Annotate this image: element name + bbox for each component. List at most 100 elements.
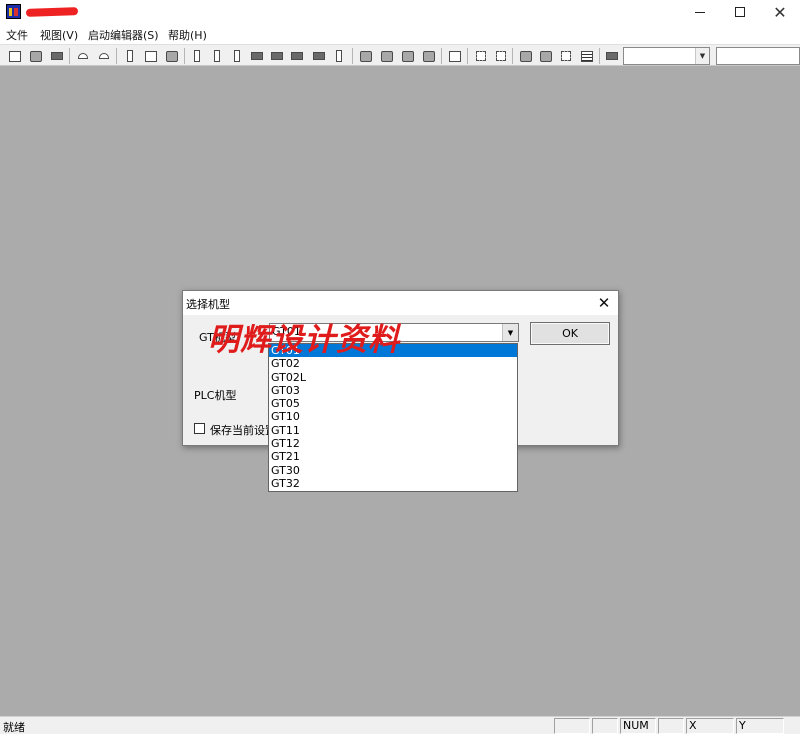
group-button[interactable] bbox=[446, 47, 464, 65]
property-icon bbox=[496, 51, 506, 61]
palette-button[interactable] bbox=[603, 47, 621, 65]
send-backward-button[interactable] bbox=[420, 47, 438, 65]
save-settings-checkbox[interactable] bbox=[194, 423, 205, 434]
paste-button[interactable] bbox=[163, 47, 181, 65]
align-right-icon bbox=[234, 50, 240, 62]
menu-start-editor[interactable]: 启动编辑器(S) bbox=[88, 27, 159, 43]
toolbar-separator bbox=[69, 48, 70, 64]
align-left-button[interactable] bbox=[188, 47, 206, 65]
copy-icon bbox=[145, 50, 157, 62]
snap-button[interactable] bbox=[557, 47, 575, 65]
open-button[interactable] bbox=[27, 47, 45, 65]
undo-icon bbox=[78, 53, 88, 59]
dropdown-option[interactable]: GT11 bbox=[269, 424, 517, 437]
bring-front-icon bbox=[360, 50, 372, 62]
dropdown-option[interactable]: GT21 bbox=[269, 450, 517, 463]
grid-icon bbox=[581, 50, 593, 62]
toolbar-separator bbox=[467, 48, 468, 64]
dropdown-option[interactable]: GT12 bbox=[269, 437, 517, 450]
bring-front-button[interactable] bbox=[357, 47, 375, 65]
menu-help[interactable]: 帮助(H) bbox=[168, 27, 207, 43]
copy-button[interactable] bbox=[142, 47, 160, 65]
dropdown-option[interactable]: GT32 bbox=[269, 477, 517, 490]
toolbar-combo-1[interactable]: ▼ bbox=[623, 47, 710, 65]
redo-icon bbox=[99, 53, 109, 59]
toolbar-separator bbox=[441, 48, 442, 64]
menu-view[interactable]: 视图(V) bbox=[40, 27, 78, 43]
align-bottom-button[interactable] bbox=[288, 47, 306, 65]
window-close-button[interactable]: ✕ bbox=[757, 0, 800, 24]
distribute-vertical-icon bbox=[336, 50, 342, 62]
layer-button[interactable] bbox=[517, 47, 535, 65]
ok-button[interactable]: OK bbox=[530, 322, 610, 345]
dialog-title: 选择机型 bbox=[186, 298, 230, 311]
plc-model-label: PLC机型 bbox=[194, 389, 237, 402]
status-pane-1 bbox=[554, 718, 590, 734]
align-center-button[interactable] bbox=[208, 47, 226, 65]
gt-model-dropdown-list: GT01 GT02 GT02L GT03 GT05 GT10 GT11 GT12… bbox=[268, 343, 518, 492]
chevron-down-icon[interactable]: ▼ bbox=[695, 48, 709, 64]
palette-icon bbox=[606, 52, 618, 60]
align-top-button[interactable] bbox=[248, 47, 266, 65]
bring-forward-button[interactable] bbox=[399, 47, 417, 65]
undo-button[interactable] bbox=[74, 47, 92, 65]
toolbar-separator bbox=[512, 48, 513, 64]
align-middle-icon bbox=[271, 52, 283, 60]
status-y: Y bbox=[736, 718, 784, 734]
align-right-button[interactable] bbox=[228, 47, 246, 65]
dropdown-option[interactable]: GT30 bbox=[269, 464, 517, 477]
save-settings-label: 保存当前设置 bbox=[210, 424, 276, 437]
ungroup-button[interactable] bbox=[472, 47, 490, 65]
dropdown-option[interactable]: GT10 bbox=[269, 410, 517, 423]
dropdown-option[interactable]: GT05 bbox=[269, 397, 517, 410]
dialog-title-bar: 选择机型 ✕ bbox=[183, 291, 618, 315]
cut-button[interactable] bbox=[121, 47, 139, 65]
chevron-down-icon[interactable]: ▼ bbox=[502, 324, 518, 341]
status-x: X bbox=[686, 718, 734, 734]
cut-icon bbox=[127, 50, 133, 62]
property-button[interactable] bbox=[492, 47, 510, 65]
dialog-close-button[interactable]: ✕ bbox=[594, 293, 614, 313]
align-center-icon bbox=[214, 50, 220, 62]
dropdown-option[interactable]: GT02 bbox=[269, 357, 517, 370]
layer-icon bbox=[520, 50, 532, 62]
align-bottom-icon bbox=[291, 52, 303, 60]
new-file-button[interactable] bbox=[6, 47, 24, 65]
align-left-icon bbox=[194, 50, 200, 62]
menu-bar: 文件 视图(V) 启动编辑器(S) 帮助(H) bbox=[0, 24, 800, 44]
distribute-vertical-button[interactable] bbox=[330, 47, 348, 65]
align-top-icon bbox=[251, 52, 263, 60]
redo-button[interactable] bbox=[95, 47, 113, 65]
distribute-horizontal-button[interactable] bbox=[310, 47, 328, 65]
grid-button[interactable] bbox=[578, 47, 596, 65]
dropdown-option[interactable]: GT02L bbox=[269, 371, 517, 384]
close-icon: ✕ bbox=[773, 2, 787, 22]
menu-file[interactable]: 文件 bbox=[6, 27, 28, 43]
toolbar-separator bbox=[352, 48, 353, 64]
snap-icon bbox=[561, 51, 571, 61]
app-icon[interactable] bbox=[6, 4, 21, 19]
save-button[interactable] bbox=[48, 47, 66, 65]
paste-icon bbox=[166, 50, 178, 62]
status-ready-text: 就绪 bbox=[3, 721, 25, 734]
save-icon bbox=[51, 52, 63, 60]
watermark-text: 明辉设计资料 bbox=[208, 322, 400, 358]
group-icon bbox=[449, 50, 461, 62]
dropdown-option[interactable]: GT03 bbox=[269, 384, 517, 397]
open-folder-icon bbox=[30, 50, 42, 62]
bring-forward-icon bbox=[402, 50, 414, 62]
distribute-horizontal-icon bbox=[313, 52, 325, 60]
redacted-title bbox=[25, 7, 79, 17]
send-backward-icon bbox=[423, 50, 435, 62]
toolbar-separator bbox=[116, 48, 117, 64]
settings-icon bbox=[540, 50, 552, 62]
maximize-icon bbox=[735, 7, 745, 17]
toolbar-combo-2[interactable] bbox=[716, 47, 800, 65]
toolbar: ▼ bbox=[0, 44, 800, 66]
settings-button[interactable] bbox=[537, 47, 555, 65]
send-back-button[interactable] bbox=[378, 47, 396, 65]
close-icon: ✕ bbox=[597, 294, 611, 312]
align-middle-button[interactable] bbox=[268, 47, 286, 65]
toolbar-separator bbox=[184, 48, 185, 64]
status-bar: 就绪 NUM X Y bbox=[0, 716, 800, 734]
